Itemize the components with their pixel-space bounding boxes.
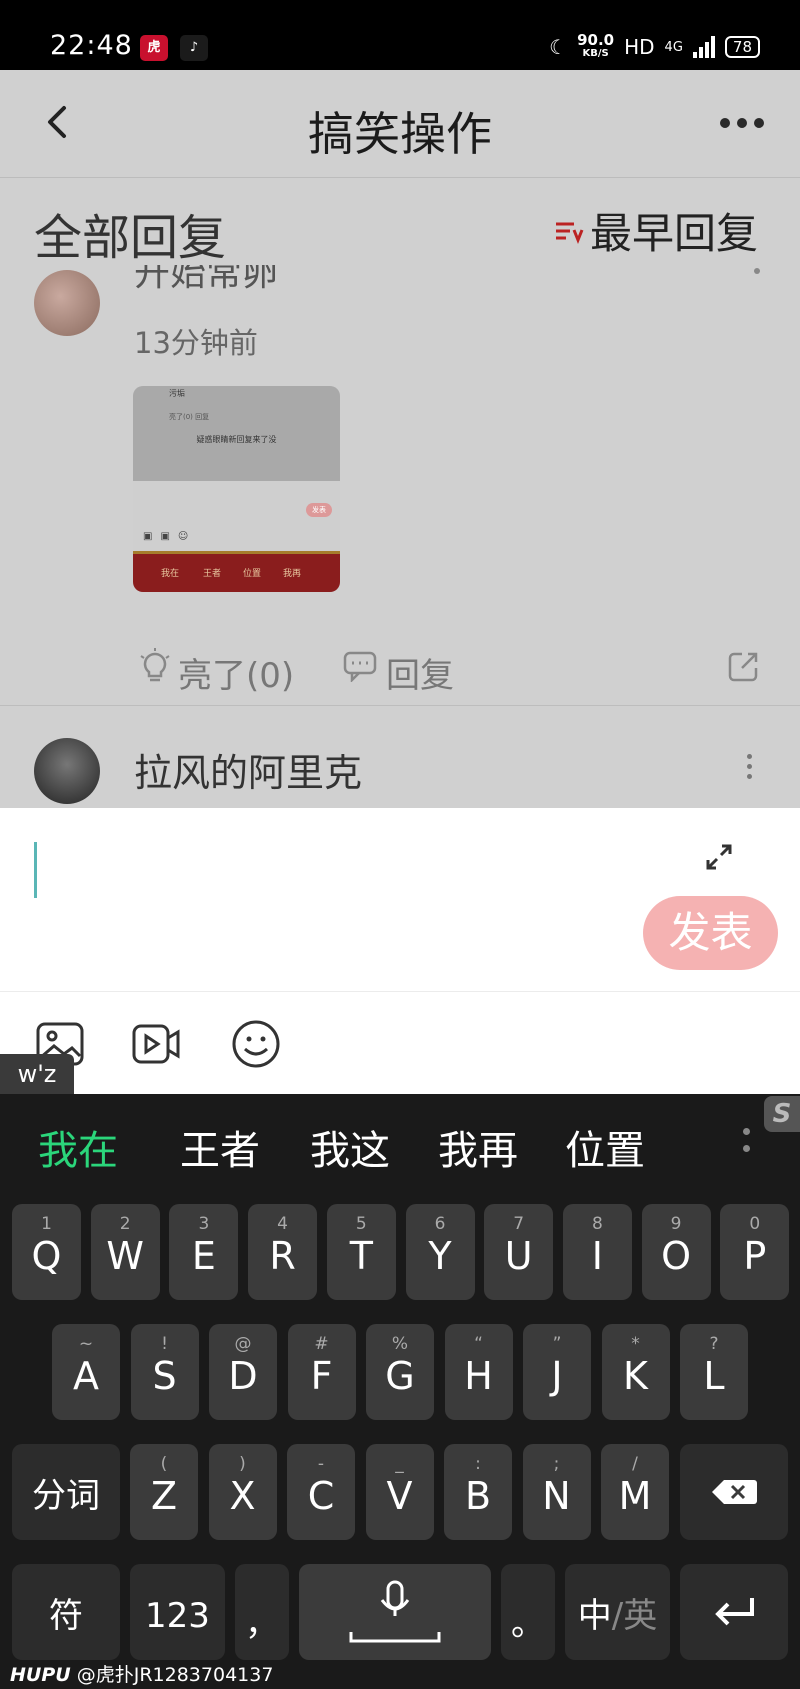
more-options-icon[interactable] (720, 118, 764, 128)
expand-icon[interactable] (704, 842, 734, 872)
like-button[interactable]: 亮了(0) (178, 648, 294, 697)
key-y[interactable]: 6Y (405, 1204, 475, 1300)
status-bar: 22:48 虎 ♪ ☾ 90.0 KB/S HD 4G 78 (0, 0, 800, 70)
reply-image[interactable]: 污垢 亮了(0) 回复 疑惑眼睛新回复来了没 发表 ▣▣☺ 我在 王者 位置 我… (133, 386, 340, 592)
signal-icon (692, 36, 715, 58)
avatar[interactable] (34, 738, 100, 804)
composer-toolbar (0, 992, 800, 1094)
reply-composer: 发表 (0, 808, 800, 992)
backspace-icon (712, 1480, 757, 1504)
key-l[interactable]: ? L (680, 1324, 748, 1420)
key-m[interactable]: / M (601, 1444, 669, 1540)
username[interactable]: 开始常卵 (134, 265, 278, 291)
clock: 22:48 (50, 30, 133, 61)
top-bar: 搞笑操作 (0, 70, 800, 178)
key-p[interactable]: 0P (720, 1204, 790, 1300)
username[interactable]: 拉风的阿里克 (134, 742, 362, 797)
video-icon[interactable] (130, 1018, 182, 1070)
sort-button[interactable]: 最早回复 (554, 200, 758, 261)
key-x[interactable]: ) X (208, 1444, 277, 1540)
reply-button[interactable]: 回复 (386, 648, 454, 697)
hd-label: HD (624, 35, 655, 59)
reply-actions: 亮了(0) 回复 (0, 636, 800, 706)
replies-header: 全部回复 最早回复 (0, 178, 800, 278)
emoji-icon[interactable] (230, 1018, 282, 1070)
send-button[interactable]: 发表 (643, 896, 778, 970)
reply-time: 13分钟前 (134, 326, 258, 360)
more-options-icon[interactable] (754, 268, 760, 274)
reply-input[interactable] (40, 828, 680, 908)
key-d[interactable]: @ D (209, 1324, 277, 1420)
sogou-logo-icon: S (764, 1096, 800, 1132)
candidate-word[interactable]: 王者 (180, 1118, 260, 1176)
watermark: HUPU @虎扑JR1283704137 (10, 1664, 274, 1686)
key-s[interactable]: ! S (130, 1324, 199, 1420)
space-bar-icon (349, 1632, 441, 1643)
symbol-key[interactable]: 符 (12, 1564, 120, 1660)
key-f[interactable]: # F (287, 1324, 356, 1420)
lightbulb-icon[interactable] (138, 648, 172, 684)
tiktok-notification-icon: ♪ (180, 35, 208, 61)
enter-icon (715, 1598, 754, 1626)
status-icons: ☾ 90.0 KB/S HD 4G 78 (549, 33, 760, 61)
key-z[interactable]: (Z (130, 1444, 198, 1540)
candidate-word[interactable]: 位置 (565, 1118, 645, 1176)
pinyin-composition: w'z (0, 1054, 74, 1094)
key-u[interactable]: 7U (484, 1204, 554, 1300)
key-b[interactable]: :B (444, 1444, 512, 1540)
candidate-word[interactable]: 我在 (38, 1118, 118, 1176)
comma-key[interactable]: ， (235, 1564, 289, 1660)
key-k[interactable]: * K (601, 1324, 670, 1420)
candidate-word[interactable]: 我再 (438, 1118, 518, 1176)
enter-key[interactable] (680, 1564, 788, 1660)
key-w[interactable]: 2W (90, 1204, 160, 1300)
key-n[interactable]: ; N (522, 1444, 591, 1540)
comment-icon[interactable] (342, 650, 378, 682)
period-key[interactable]: 。 (501, 1564, 555, 1660)
network-type: 4G (664, 39, 683, 55)
number-key[interactable]: 123 (130, 1564, 225, 1660)
share-icon[interactable] (726, 650, 760, 684)
network-speed: 90.0 KB/S (577, 31, 615, 60)
backspace-key[interactable] (680, 1444, 788, 1540)
space-key[interactable] (299, 1564, 491, 1660)
moon-icon: ☾ (549, 35, 568, 59)
language-switch-key[interactable]: 中/英 (565, 1564, 670, 1660)
candidate-word[interactable]: 我这 (310, 1118, 390, 1176)
more-candidates-icon[interactable] (743, 1128, 750, 1152)
key-c[interactable]: -C (287, 1444, 355, 1540)
key-q[interactable]: 1Q (12, 1204, 81, 1300)
text-caret (34, 842, 37, 898)
all-replies-title: 全部回复 (34, 210, 227, 266)
key-h[interactable]: “H (444, 1324, 513, 1420)
key-r[interactable]: 4R (248, 1204, 318, 1300)
key-a[interactable]: ~ A (52, 1324, 120, 1420)
more-options-icon[interactable] (747, 754, 752, 779)
page-title: 搞笑操作 (308, 107, 492, 161)
thread-page: 搞笑操作 全部回复 最早回复 开始常卵 13分钟前 污垢 亮了(0) 回复 疑惑… (0, 70, 800, 808)
candidate-bar: 我在 王者 我这 我再 位置 S (0, 1094, 800, 1194)
key-e[interactable]: 3E (169, 1204, 239, 1300)
key-g[interactable]: % G (366, 1324, 434, 1420)
key-i[interactable]: 8I (562, 1204, 632, 1300)
key-t[interactable]: 5T (326, 1204, 396, 1300)
hupu-notification-icon: 虎 (140, 35, 168, 61)
key-j[interactable]: ” J (523, 1324, 591, 1420)
key-o[interactable]: 9O (641, 1204, 711, 1300)
key-v[interactable]: _ V (365, 1444, 434, 1540)
avatar[interactable] (34, 270, 100, 336)
sort-icon (555, 222, 584, 244)
keyboard: 我在 王者 我这 我再 位置 S 分词 符 123 ， 。 中/英 1 Q 2 … (0, 1094, 800, 1689)
segment-key[interactable]: 分词 (12, 1444, 120, 1540)
battery-icon: 78 (724, 36, 760, 58)
